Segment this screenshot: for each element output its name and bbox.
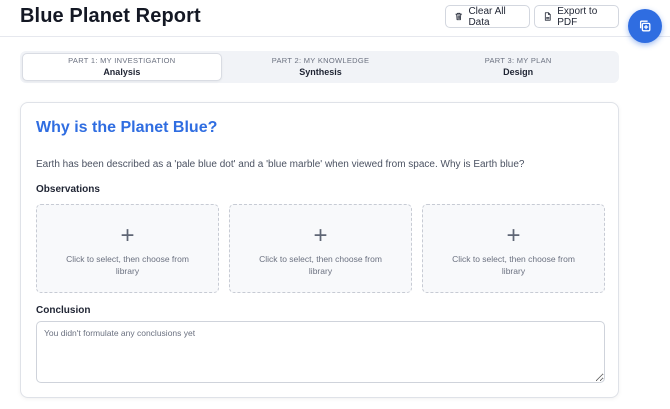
observation-slot-1[interactable]: + Click to select, then choose from libr… <box>36 204 219 293</box>
plus-icon: + <box>313 221 328 249</box>
tab-kicker: PART 1: MY INVESTIGATION <box>68 56 176 65</box>
tab-analysis[interactable]: PART 1: MY INVESTIGATION Analysis <box>22 53 222 81</box>
tab-synthesis[interactable]: PART 2: MY KNOWLEDGE Synthesis <box>222 53 420 81</box>
tab-label: Synthesis <box>299 67 342 77</box>
question-prompt: Earth has been described as a 'pale blue… <box>36 159 525 170</box>
card-title: Why is the Planet Blue? <box>36 119 218 136</box>
file-pdf-icon <box>544 12 551 21</box>
plus-icon: + <box>120 221 135 249</box>
plus-icon: + <box>506 221 521 249</box>
slot-hint: Click to select, then choose from librar… <box>66 253 189 276</box>
observation-slots: + Click to select, then choose from libr… <box>36 204 605 293</box>
tab-kicker: PART 2: MY KNOWLEDGE <box>271 56 370 65</box>
export-to-pdf-label: Export to PDF <box>557 5 598 28</box>
export-to-pdf-button[interactable]: Export to PDF <box>534 5 619 28</box>
tab-design[interactable]: PART 3: MY PLAN Design <box>419 53 617 81</box>
observation-slot-3[interactable]: + Click to select, then choose from libr… <box>422 204 605 293</box>
floating-action-button[interactable] <box>628 9 662 43</box>
app-header: Blue Planet Report Clear All Data Export… <box>0 0 670 37</box>
observation-slot-2[interactable]: + Click to select, then choose from libr… <box>229 204 412 293</box>
copy-icon <box>639 20 651 32</box>
conclusion-label: Conclusion <box>36 305 91 316</box>
slot-hint: Click to select, then choose from librar… <box>259 253 382 276</box>
trash-icon <box>455 12 463 21</box>
slot-hint: Click to select, then choose from librar… <box>452 253 575 276</box>
observations-label: Observations <box>36 184 100 195</box>
page-title: Blue Planet Report <box>20 5 201 27</box>
tab-kicker: PART 3: MY PLAN <box>484 56 552 65</box>
tab-label: Design <box>503 67 534 77</box>
clear-all-data-label: Clear All Data <box>468 5 506 28</box>
part-tabs: PART 1: MY INVESTIGATION Analysis PART 2… <box>20 51 619 83</box>
clear-all-data-button[interactable]: Clear All Data <box>445 5 530 28</box>
tab-label: Analysis <box>103 67 141 77</box>
analysis-card: Why is the Planet Blue? Earth has been d… <box>20 102 619 398</box>
conclusion-input[interactable] <box>36 321 605 383</box>
